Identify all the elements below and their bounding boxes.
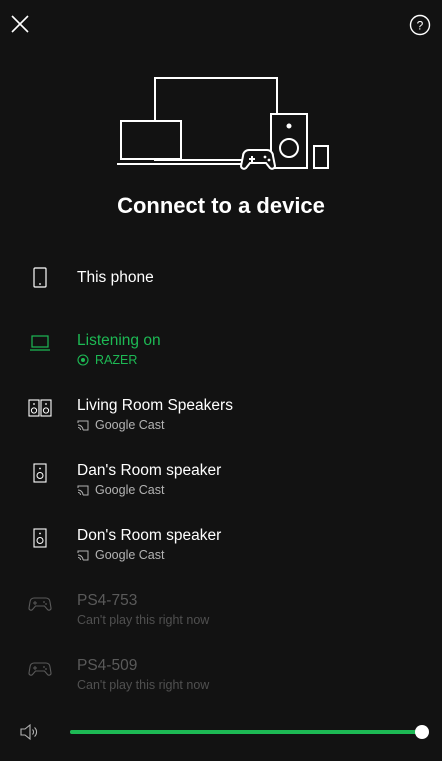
device-name: PS4-509 bbox=[77, 657, 138, 674]
gamepad-icon bbox=[28, 662, 52, 676]
device-this-phone[interactable]: This phone bbox=[0, 245, 442, 310]
device-name: Dan's Room speaker bbox=[77, 462, 222, 479]
gamepad-icon bbox=[28, 597, 52, 611]
cast-icon bbox=[77, 550, 89, 560]
device-living-room-speakers[interactable]: Living Room Speakers Google Cast bbox=[0, 375, 442, 440]
svg-text:?: ? bbox=[417, 19, 424, 33]
device-list: This phone Listening on RAZER Living Roo… bbox=[0, 245, 442, 700]
speakers-icon bbox=[28, 399, 52, 417]
top-bar: ? bbox=[0, 0, 442, 50]
device-status: Google Cast bbox=[77, 418, 164, 432]
speaker-icon bbox=[33, 528, 47, 548]
device-razer[interactable]: Listening on RAZER bbox=[0, 310, 442, 375]
device-name: This phone bbox=[77, 269, 154, 286]
device-name: Living Room Speakers bbox=[77, 397, 233, 414]
device-subtitle: Google Cast bbox=[95, 418, 165, 432]
device-name: Don's Room speaker bbox=[77, 527, 222, 544]
device-subtitle: Google Cast bbox=[95, 483, 165, 497]
device-dons-room-speaker[interactable]: Don's Room speaker Google Cast bbox=[0, 505, 442, 570]
speaker-icon bbox=[33, 463, 47, 483]
device-dans-room-speaker[interactable]: Dan's Room speaker Google Cast bbox=[0, 440, 442, 505]
devices-illustration bbox=[0, 76, 442, 176]
device-name: Listening on bbox=[77, 332, 161, 349]
device-status: Google Cast bbox=[77, 548, 164, 562]
volume-control bbox=[0, 712, 442, 752]
device-subtitle: Google Cast bbox=[95, 548, 165, 562]
device-subtitle: RAZER bbox=[95, 353, 138, 367]
volume-icon[interactable] bbox=[19, 722, 39, 742]
device-status: RAZER bbox=[77, 353, 137, 367]
phone-icon bbox=[33, 267, 47, 288]
volume-slider-fill bbox=[70, 730, 422, 734]
device-subtitle: Can't play this right now bbox=[77, 678, 210, 692]
volume-slider[interactable] bbox=[70, 725, 429, 739]
speaker-active-icon bbox=[77, 354, 89, 366]
laptop-icon bbox=[30, 335, 50, 351]
cast-icon bbox=[77, 485, 89, 495]
page-title: Connect to a device bbox=[117, 193, 325, 218]
help-button[interactable]: ? bbox=[409, 14, 431, 36]
close-button[interactable] bbox=[9, 13, 31, 35]
device-status: Google Cast bbox=[77, 483, 164, 497]
help-icon[interactable]: ? bbox=[409, 14, 431, 36]
device-subtitle: Can't play this right now bbox=[77, 613, 210, 627]
device-status: Can't play this right now bbox=[77, 613, 209, 627]
close-icon[interactable] bbox=[9, 13, 31, 35]
device-status: Can't play this right now bbox=[77, 678, 209, 692]
device-name: PS4-753 bbox=[77, 592, 138, 609]
device-ps4-509: PS4-509 Can't play this right now bbox=[0, 635, 442, 700]
cast-icon bbox=[77, 420, 89, 430]
devices-illustration-icon bbox=[117, 77, 329, 170]
volume-slider-handle[interactable] bbox=[415, 725, 429, 739]
device-ps4-753: PS4-753 Can't play this right now bbox=[0, 570, 442, 635]
